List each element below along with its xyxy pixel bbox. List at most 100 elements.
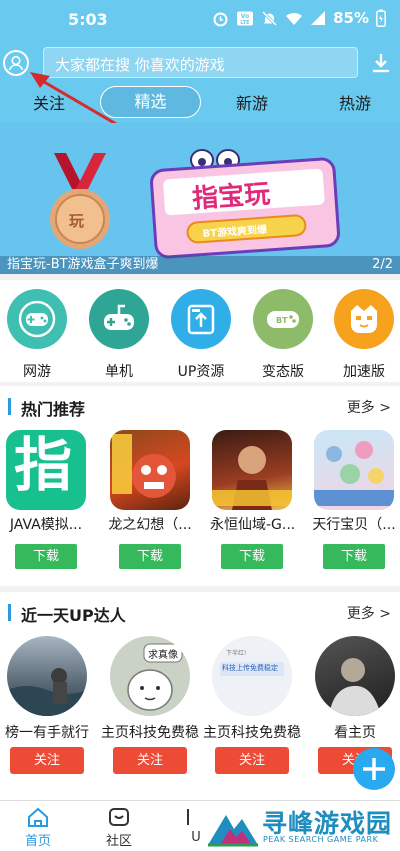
app-root: 5:03 Vo LTE 85% 大家都在搜 你喜欢的游戏 关注 精选 新游 热游… xyxy=(0,0,400,851)
medal-label: 玩 xyxy=(69,212,85,230)
svg-text:LTE: LTE xyxy=(241,20,251,26)
up-section: 近一天UP达人 更多 > 榜一有手就行 关注 求真像 主页科技免费稳 关注 下半… xyxy=(0,592,400,800)
avatar-art xyxy=(7,668,87,716)
game-name: 永恒仙域-G... xyxy=(210,517,294,533)
avatar-card-top: 下半红! xyxy=(226,650,247,657)
gamepad-icon xyxy=(18,300,56,338)
category-circle xyxy=(89,289,149,349)
svg-text:BT: BT xyxy=(276,316,288,325)
game-thumbnail: 指 xyxy=(6,430,86,510)
game-art xyxy=(112,434,176,498)
nav-community[interactable]: 社区 xyxy=(89,801,149,849)
header: 5:03 Vo LTE 85% 大家都在搜 你喜欢的游戏 关注 精选 新游 热游 xyxy=(0,0,400,140)
download-manager-button[interactable] xyxy=(370,52,392,74)
volte-icon: VoLTE xyxy=(237,11,254,26)
game-thumbnail xyxy=(314,430,394,510)
game-card[interactable]: 天行宝贝（... 下载 xyxy=(312,430,396,569)
download-button[interactable]: 下载 xyxy=(221,544,283,569)
up-user-card[interactable]: 下半红! 科技上传免费稳定 主页科技免费稳 关注 xyxy=(203,636,301,774)
up-user-avatar: 求真像 xyxy=(110,636,190,716)
svg-text:Vo: Vo xyxy=(241,13,249,20)
hot-more-link[interactable]: 更多 > xyxy=(347,397,391,417)
avatar-card-text: 科技上传免费稳定 xyxy=(222,664,278,672)
category-circle: BT xyxy=(253,289,313,349)
game-card[interactable]: 指 JAVA模拟... 下载 xyxy=(4,430,88,569)
category-label: 单机 xyxy=(105,364,133,380)
category-bt-version[interactable]: BT 变态版 xyxy=(247,289,319,381)
hot-section: 热门推荐 更多 > 指 JAVA模拟... 下载 龙之幻想（... 下载 永恒仙… xyxy=(0,386,400,586)
avatar-bubble-text: 求真像 xyxy=(148,650,178,661)
up-user-avatar xyxy=(315,636,395,716)
wifi-icon xyxy=(286,12,303,25)
plus-icon xyxy=(363,758,385,780)
category-circle xyxy=(334,289,394,349)
download-button[interactable]: 下载 xyxy=(119,544,181,569)
game-card[interactable]: 龙之幻想（... 下载 xyxy=(108,430,192,569)
up-user-card[interactable]: 求真像 主页科技免费稳 关注 xyxy=(101,636,199,774)
avatar-art xyxy=(329,658,381,716)
logo-card: 指宝玩 BT游戏爽到爆 xyxy=(149,156,341,260)
signal-icon xyxy=(311,10,326,25)
banner-caption-bar: 指宝玩-BT游戏盒子爽到爆 2/2 xyxy=(0,256,400,274)
follow-button[interactable]: 关注 xyxy=(10,747,84,774)
battery-icon xyxy=(376,9,386,27)
tab-hot-games[interactable]: 热游 xyxy=(339,90,371,114)
category-row: 网游 单机 UP资源 BT 变态版 加速版 xyxy=(0,280,400,382)
game-thumb-glyph: 指 xyxy=(14,431,73,499)
up-user-avatar xyxy=(7,636,87,716)
category-circle xyxy=(7,289,67,349)
nav-label: 社区 xyxy=(105,834,132,849)
joystick-icon xyxy=(104,304,134,330)
game-card[interactable]: 永恒仙域-G... 下载 xyxy=(210,430,294,569)
up-more-link[interactable]: 更多 > xyxy=(347,603,391,623)
watermark: 寻峰游戏园 PEAK SEARCH GAME PARK xyxy=(204,802,400,851)
up-section-header: 近一天UP达人 更多 > xyxy=(0,592,400,632)
bt-gamepad-icon: BT xyxy=(267,311,299,328)
download-button[interactable]: 下载 xyxy=(323,544,385,569)
section-accent-bar xyxy=(8,604,11,621)
category-label: UP资源 xyxy=(177,364,225,380)
category-label: 网游 xyxy=(23,364,51,380)
battery-percent: 85% xyxy=(333,9,369,27)
category-single-player[interactable]: 单机 xyxy=(83,289,155,381)
status-time: 5:03 xyxy=(68,10,108,29)
category-accelerated[interactable]: 加速版 xyxy=(328,289,400,381)
game-name: JAVA模拟... xyxy=(9,517,83,533)
nav-label: 首页 xyxy=(24,834,51,849)
banner-page-indicator: 2/2 xyxy=(372,257,393,272)
up-user-name: 榜一有手就行 xyxy=(5,725,89,741)
category-label: 加速版 xyxy=(343,364,385,380)
mute-icon xyxy=(262,10,278,26)
game-art xyxy=(212,446,292,510)
upload-icon xyxy=(187,304,215,335)
hot-section-header: 热门推荐 更多 > xyxy=(0,386,400,426)
home-icon xyxy=(28,807,48,827)
up-user-name: 看主页 xyxy=(334,725,376,741)
status-icons: Vo LTE 85% xyxy=(212,9,386,27)
up-user-card[interactable]: 榜一有手就行 关注 xyxy=(5,636,89,774)
alarm-icon xyxy=(213,12,228,26)
floating-add-button[interactable] xyxy=(353,748,395,790)
game-thumbnail xyxy=(110,430,190,510)
promo-banner[interactable]: 玩 指宝玩 BT游戏爽到爆 xyxy=(0,123,400,274)
category-up-resources[interactable]: UP资源 xyxy=(165,289,237,381)
game-thumbnail xyxy=(212,430,292,510)
nav-home[interactable]: 首页 xyxy=(8,801,68,849)
logo-title: 指宝玩 xyxy=(191,179,272,215)
download-icon xyxy=(373,54,389,73)
category-circle xyxy=(171,289,231,349)
up-section-title: 近一天UP达人 xyxy=(21,606,126,625)
up-user-name: 主页科技免费稳 xyxy=(101,725,199,741)
up-user-name: 主页科技免费稳 xyxy=(203,725,301,741)
game-name: 龙之幻想（... xyxy=(108,517,192,533)
section-accent-bar xyxy=(8,398,11,415)
game-name: 天行宝贝（... xyxy=(312,517,396,533)
download-button[interactable]: 下载 xyxy=(15,544,77,569)
game-art xyxy=(314,441,394,506)
category-label: 变态版 xyxy=(262,364,304,380)
category-online-games[interactable]: 网游 xyxy=(1,289,73,381)
follow-button[interactable]: 关注 xyxy=(215,747,289,774)
follow-button[interactable]: 关注 xyxy=(113,747,187,774)
watermark-logo xyxy=(208,815,258,847)
tab-new-games[interactable]: 新游 xyxy=(236,90,268,114)
